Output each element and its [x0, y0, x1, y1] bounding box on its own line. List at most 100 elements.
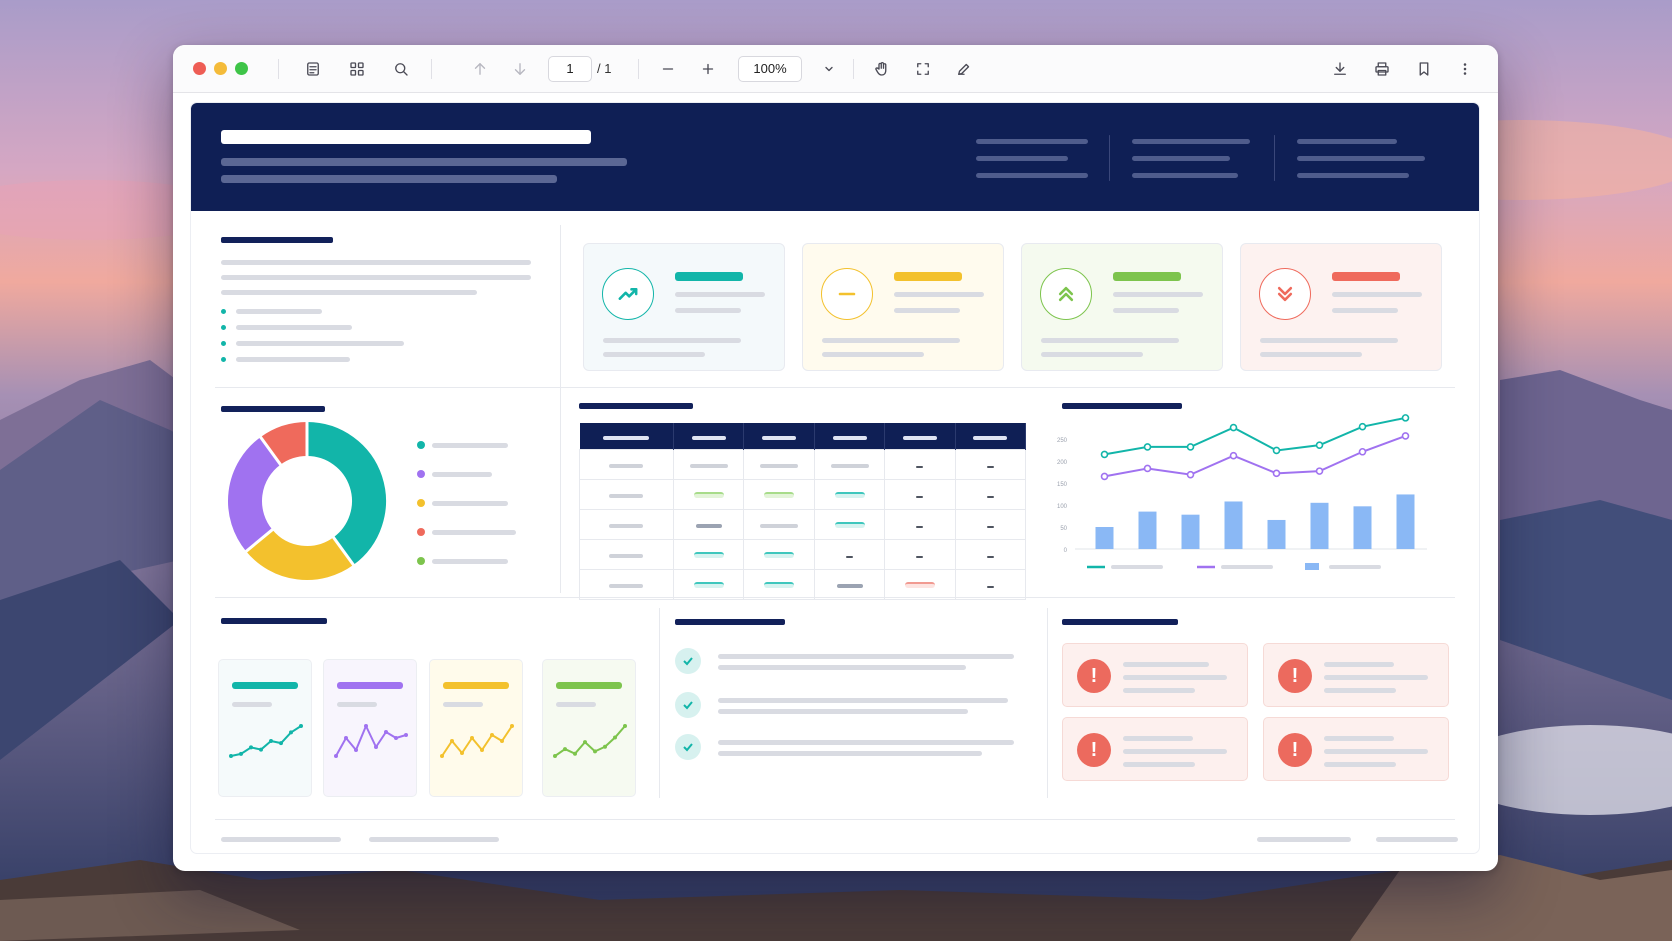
- sparkline-card[interactable]: [218, 659, 312, 797]
- kpi-card[interactable]: [1021, 243, 1223, 371]
- bar[interactable]: [1224, 501, 1243, 549]
- table-row[interactable]: [579, 478, 1027, 510]
- donut-segment[interactable]: [228, 437, 282, 552]
- sparkline-point: [279, 741, 283, 746]
- data-point[interactable]: [1358, 447, 1367, 456]
- y-tick-label: 150: [1057, 482, 1068, 488]
- data-point[interactable]: [1100, 450, 1109, 459]
- table-row[interactable]: [579, 568, 1027, 600]
- data-point[interactable]: [1143, 443, 1152, 451]
- zoom-in-icon[interactable]: [696, 57, 720, 81]
- close-window-button[interactable]: [193, 62, 206, 75]
- sparkline-point: [510, 724, 514, 728]
- zoom-out-icon[interactable]: [656, 57, 680, 81]
- sparkline-point: [450, 739, 454, 743]
- y-tick-label: 50: [1060, 526, 1067, 532]
- alert-card[interactable]: !: [1263, 643, 1449, 707]
- data-point[interactable]: [1143, 464, 1152, 473]
- table-header-cell[interactable]: [579, 423, 674, 449]
- table-cell: [579, 538, 674, 570]
- footer-page-number: [1376, 837, 1458, 842]
- bar[interactable]: [1095, 527, 1114, 549]
- data-point[interactable]: [1229, 423, 1238, 432]
- alert-card[interactable]: !: [1062, 643, 1248, 707]
- pen-icon[interactable]: [952, 57, 976, 81]
- data-point[interactable]: [1186, 470, 1195, 479]
- thumbnails-icon[interactable]: [345, 57, 369, 81]
- table-header-cell[interactable]: [955, 423, 1027, 449]
- sparkline-card[interactable]: [323, 659, 417, 797]
- kpi-card[interactable]: [583, 243, 785, 371]
- print-icon[interactable]: [1370, 57, 1394, 81]
- data-point[interactable]: [1315, 441, 1324, 449]
- section-title-overview: [221, 237, 333, 243]
- bookmark-icon[interactable]: [1412, 57, 1436, 81]
- data-point[interactable]: [1272, 469, 1281, 478]
- minimize-window-button[interactable]: [214, 62, 227, 75]
- data-point[interactable]: [1272, 446, 1281, 455]
- data-point[interactable]: [1186, 443, 1195, 451]
- table-cell: [954, 538, 1027, 570]
- data-point[interactable]: [1315, 467, 1324, 475]
- data-point[interactable]: [1401, 414, 1410, 422]
- bar[interactable]: [1138, 511, 1157, 549]
- kpi-card[interactable]: [1240, 243, 1442, 371]
- table-row[interactable]: [579, 448, 1027, 480]
- sparkline-card[interactable]: [542, 659, 636, 797]
- legend-swatch: [1305, 563, 1319, 570]
- alert-icon: !: [1077, 733, 1111, 767]
- chevron-down-icon[interactable]: [817, 57, 841, 81]
- page-total-label: / 1: [597, 61, 612, 76]
- page-number-input[interactable]: 1: [548, 56, 592, 82]
- arrow-down-icon[interactable]: [508, 57, 532, 81]
- legend-swatch: [417, 470, 425, 478]
- legend-label: [432, 559, 508, 564]
- table-row[interactable]: [579, 508, 1027, 540]
- zoom-level-field[interactable]: 100%: [738, 56, 802, 82]
- table-header-cell[interactable]: [814, 423, 886, 449]
- sparkline-point: [269, 739, 273, 743]
- bar[interactable]: [1181, 514, 1200, 549]
- bar[interactable]: [1353, 506, 1372, 549]
- hand-tool-icon[interactable]: [870, 57, 894, 81]
- bar[interactable]: [1267, 519, 1286, 549]
- kpi-card[interactable]: [802, 243, 1004, 371]
- data-point[interactable]: [1358, 422, 1367, 431]
- maximize-window-button[interactable]: [235, 62, 248, 75]
- sparkline-point: [613, 735, 617, 740]
- footer-text: [369, 837, 499, 842]
- sparkline-card[interactable]: [429, 659, 523, 797]
- table-header-cell[interactable]: [673, 423, 745, 449]
- sparkline-point: [289, 730, 293, 735]
- pdf-viewer-window: 1 / 1 100% 0 50 100 150 200 250 ! ! ! !: [173, 45, 1498, 871]
- sparkline-point: [603, 744, 607, 749]
- bar[interactable]: [1396, 494, 1415, 549]
- bar[interactable]: [1310, 502, 1329, 549]
- more-vertical-icon[interactable]: [1453, 57, 1477, 81]
- crop-icon[interactable]: [911, 57, 935, 81]
- sparkline-point: [563, 747, 567, 752]
- donut-segment[interactable]: [260, 422, 308, 466]
- table-header-cell[interactable]: [884, 423, 956, 449]
- donut-segment[interactable]: [246, 529, 354, 580]
- arrow-up-icon[interactable]: [468, 57, 492, 81]
- table-header-cell[interactable]: [743, 423, 815, 449]
- data-point[interactable]: [1100, 472, 1109, 481]
- sparkline-point: [553, 754, 557, 758]
- sparkline-point: [490, 733, 494, 737]
- legend-label: [432, 501, 508, 506]
- sparkline-point: [229, 754, 233, 758]
- table-row[interactable]: [579, 538, 1027, 570]
- alert-card[interactable]: !: [1062, 717, 1248, 781]
- document-page: 0 50 100 150 200 250 ! ! ! !: [191, 103, 1479, 853]
- sparkline: [334, 724, 408, 758]
- alert-card[interactable]: !: [1263, 717, 1449, 781]
- table-cell: [813, 538, 886, 570]
- data-point[interactable]: [1401, 432, 1410, 440]
- download-icon[interactable]: [1328, 57, 1352, 81]
- sidebar-toggle-icon[interactable]: [301, 57, 325, 81]
- data-point[interactable]: [1229, 451, 1238, 460]
- donut-segment[interactable]: [306, 422, 386, 565]
- double-chevron-up-icon: [1040, 268, 1092, 320]
- search-icon[interactable]: [389, 57, 413, 81]
